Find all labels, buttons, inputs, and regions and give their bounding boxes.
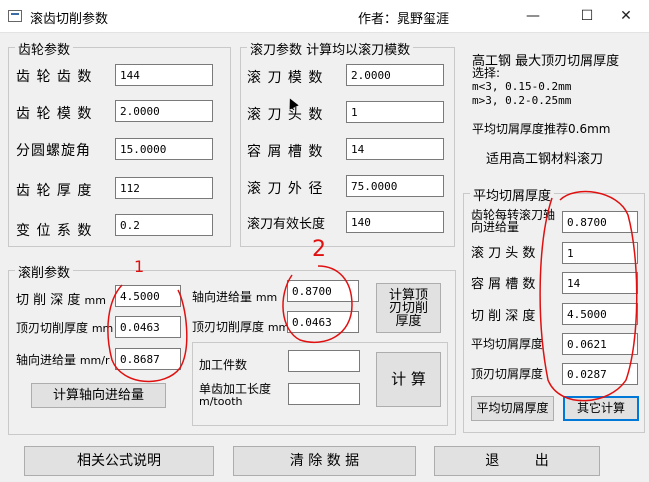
- top-chip2-text: 顶刃切削厚度: [192, 320, 265, 334]
- shift-coef-label: 变 位 系 数: [16, 223, 93, 239]
- helix-angle-label: 分圆螺旋角: [16, 143, 91, 159]
- avg-starts-label: 滚 刀 头 数: [471, 246, 536, 261]
- formula-button[interactable]: 相关公式说明: [24, 446, 214, 476]
- avg-chip-label: 平均切屑厚度: [471, 337, 544, 351]
- avg-feed-input[interactable]: [562, 211, 638, 233]
- hob-params-title: 滚刀参数 计算均以滚刀模数: [247, 39, 414, 58]
- top-chip2-input[interactable]: [287, 311, 359, 333]
- top-chip-text: 顶刃切削厚度: [16, 321, 89, 335]
- axial-feed-text: 轴向进给量: [16, 353, 77, 367]
- title-bar: 滚齿切削参数 作者：晁野玺涯 — ☐ ✕: [0, 0, 649, 33]
- workpiece-label: 加工件数: [199, 358, 248, 372]
- calc-feed-button[interactable]: 计算轴向进给量: [31, 383, 166, 408]
- cut-depth-text: 切 削 深 度: [16, 293, 81, 308]
- info-recommend: 平均切屑厚度推荐0.6mm: [472, 122, 611, 136]
- hob-length-input[interactable]: [346, 211, 444, 233]
- hob-gash-input[interactable]: [346, 138, 444, 160]
- other-calc-button[interactable]: 其它计算: [563, 396, 639, 421]
- feed-text: 轴向进给量: [192, 290, 253, 304]
- gear-teeth-label: 齿 轮 齿 数: [16, 69, 93, 85]
- hob-diameter-label: 滚 刀 外 径: [247, 181, 324, 197]
- avg-gash-input[interactable]: [562, 272, 638, 294]
- avg-feed-label: 齿轮每转滚刀轴向进给量: [471, 208, 556, 234]
- hob-diameter-input[interactable]: [346, 175, 444, 197]
- avg-starts-input[interactable]: [562, 242, 638, 264]
- workpiece-input[interactable]: [288, 350, 360, 372]
- avg-chip-input[interactable]: [562, 333, 638, 355]
- calc-top-chip-button[interactable]: 计算顶刃切削厚度: [376, 283, 441, 333]
- gear-thickness-label: 齿 轮 厚 度: [16, 183, 93, 199]
- close-icon[interactable]: ✕: [603, 0, 649, 32]
- hob-starts-input[interactable]: [346, 101, 444, 123]
- gear-teeth-input[interactable]: [115, 64, 213, 86]
- single-time-label: 单齿加工长度 m/tooth: [199, 383, 279, 408]
- avg-chip-title: 平均切屑厚度: [470, 185, 555, 204]
- feed-unit: mm: [255, 291, 278, 304]
- top-chip2-label: 顶刃切削厚度 mm: [192, 318, 289, 335]
- hobbing-params-title: 滚削参数: [15, 262, 74, 281]
- window-author: 作者：晁野玺涯: [358, 12, 450, 27]
- feed-label: 轴向进给量 mm: [192, 288, 277, 305]
- avg-top-chip-label: 顶刃切屑厚度: [471, 367, 544, 381]
- hob-module-input[interactable]: [346, 64, 444, 86]
- shift-coef-input[interactable]: [115, 214, 213, 236]
- top-chip-input[interactable]: [115, 316, 181, 338]
- axial-feed-input[interactable]: [115, 348, 181, 370]
- top-chip-unit: mm: [91, 322, 114, 335]
- helix-angle-input[interactable]: [115, 138, 213, 160]
- cut-depth-unit: mm: [84, 294, 106, 307]
- info-line1: m<3, 0.15-0.2mm: [472, 80, 572, 93]
- single-time-input[interactable]: [288, 383, 360, 405]
- cut-depth-label: 切 削 深 度 mm: [16, 289, 106, 308]
- info-material: 适用高工钢材料滚刀: [486, 152, 604, 167]
- hob-gash-label: 容 屑 槽 数: [247, 144, 324, 160]
- info-select: 选择:: [472, 66, 501, 80]
- avg-top-chip-input[interactable]: [562, 363, 638, 385]
- hob-module-label: 滚 刀 模 数: [247, 70, 324, 86]
- exit-button[interactable]: 退 出: [434, 446, 600, 476]
- avg-gash-label: 容 屑 槽 数: [471, 277, 536, 292]
- gear-params-title: 齿轮参数: [15, 39, 74, 58]
- window-title: 滚齿切削参数: [30, 12, 109, 27]
- gear-module-input[interactable]: [115, 100, 213, 122]
- avg-depth-input[interactable]: [562, 303, 638, 325]
- calc-button[interactable]: 计 算: [376, 352, 441, 407]
- single-time-text: 单齿加工长度: [199, 382, 272, 396]
- info-line2: m>3, 0.2-0.25mm: [472, 94, 572, 107]
- gear-thickness-input[interactable]: [115, 177, 213, 199]
- single-time-unit: m/tooth: [199, 395, 243, 408]
- axial-feed-unit: mm/r: [79, 354, 110, 367]
- cut-depth-input[interactable]: [115, 285, 181, 307]
- app-icon: [8, 10, 22, 22]
- avg-chip-button[interactable]: 平均切屑厚度: [471, 396, 554, 421]
- minimize-icon[interactable]: —: [510, 0, 556, 32]
- axial-feed-label: 轴向进给量 mm/r: [16, 351, 110, 368]
- top-chip-label: 顶刃切削厚度 mm: [16, 319, 113, 336]
- avg-depth-label: 切 削 深 度: [471, 309, 536, 324]
- hob-length-label: 滚刀有效长度: [247, 217, 326, 232]
- gear-module-label: 齿 轮 模 数: [16, 106, 93, 122]
- feed-input[interactable]: [287, 280, 359, 302]
- clear-data-button[interactable]: 清 除 数 据: [233, 446, 416, 476]
- hob-starts-label: 滚 刀 头 数: [247, 107, 324, 123]
